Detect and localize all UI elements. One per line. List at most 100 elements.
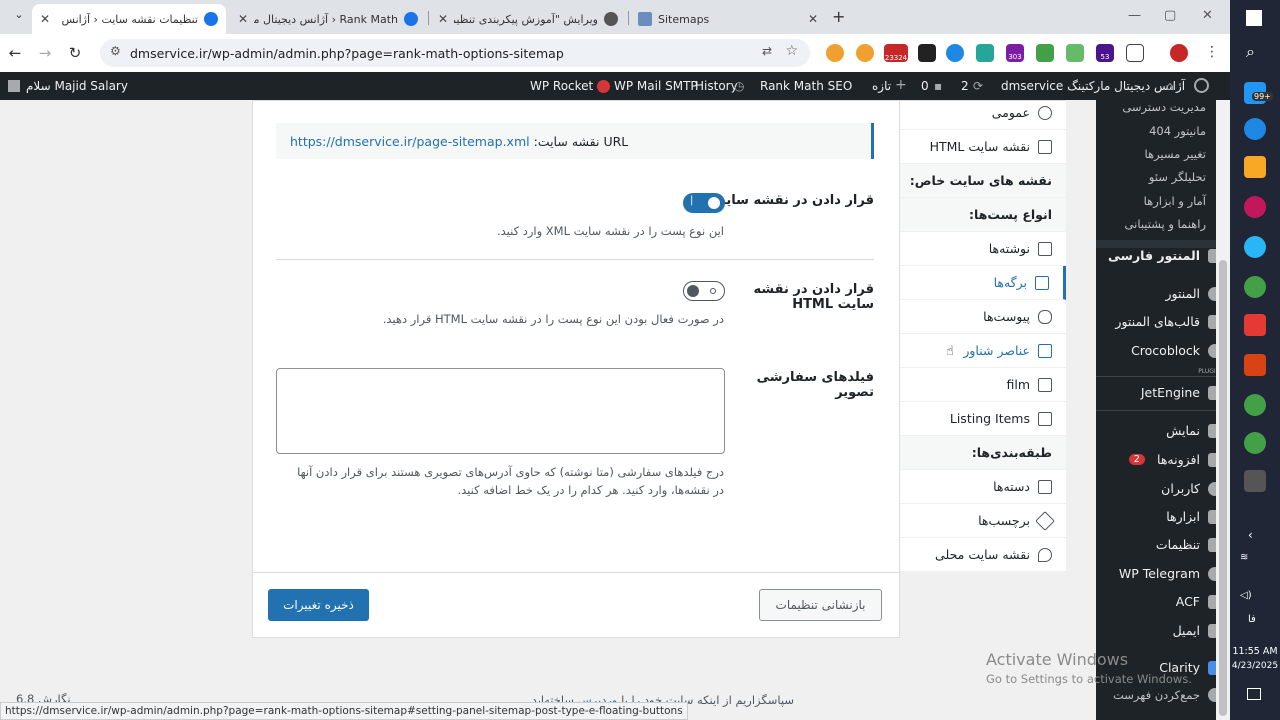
omnibox[interactable]: ⚙ dmservice.ir/wp-admin/admin.php?page=r… [100, 39, 810, 67]
tab-floating-elements[interactable]: عناصر شناور [900, 334, 1066, 368]
chrome-profile-icon[interactable] [1244, 394, 1266, 416]
browser-tab-4[interactable]: Sitemaps ✕ [630, 4, 826, 34]
app-icon[interactable] [1244, 196, 1266, 218]
window-close-button[interactable]: ✕ [1202, 8, 1213, 23]
sidebar-item-elementor[interactable]: المنتور [1165, 286, 1222, 301]
bookmark-star-icon[interactable]: ☆ [785, 43, 798, 59]
sidebar-item-templates[interactable]: قالب‌های المنتور [1115, 314, 1222, 329]
minimize-button[interactable]: — [1128, 8, 1141, 23]
admin-greeting[interactable]: سلام Majid Salary [26, 79, 128, 93]
tab-attachments[interactable]: پیوست‌ها [900, 300, 1066, 334]
browser-tab-3[interactable]: ویرایش "آموزش پیکربندی تنظیما ✕ [430, 4, 626, 34]
sidebar-item-plugins[interactable]: افزونه‌ها 2 [1128, 452, 1222, 467]
sidebar-subitem[interactable]: تحلیلگر سئو [1149, 170, 1206, 184]
sidebar-item-crocoblock[interactable]: Crocoblock [1131, 343, 1222, 358]
sidebar-subitem[interactable]: آمار و ابزارها [1144, 194, 1206, 208]
tab-pages[interactable]: برگه‌ها [900, 266, 1066, 300]
reset-settings-button[interactable]: بازنشانی تنظیمات [759, 589, 882, 621]
sidebar-subitem[interactable]: تغییر مسیرها [1145, 147, 1207, 161]
tab-tags[interactable]: برچسب‌ها [900, 504, 1066, 538]
include-html-sitemap-toggle[interactable] [683, 281, 725, 301]
extension-icon[interactable] [826, 44, 844, 62]
tab-listing-items[interactable]: Listing Items [900, 402, 1066, 436]
reload-button[interactable]: ↻ [60, 44, 90, 62]
browser-tab-2[interactable]: Rank Math ‹ آژانس دیجیتال مارکتینگ تنظیم… [230, 4, 426, 34]
tab-html-sitemap[interactable]: نقشه سایت HTML [900, 130, 1066, 164]
extension-badge-icon[interactable]: 53 [1096, 44, 1114, 62]
wifi-icon[interactable]: ≋ [1240, 552, 1248, 563]
extension-icon[interactable] [1036, 44, 1054, 62]
include-sitemap-toggle[interactable]: | [683, 193, 725, 213]
comments-count[interactable]: 0 [921, 79, 929, 93]
user-avatar[interactable] [8, 80, 20, 92]
updates-count[interactable]: 2 [961, 79, 969, 93]
tab-list-button[interactable]: ⌄ [4, 8, 34, 21]
file-explorer-icon[interactable] [1244, 156, 1266, 178]
tab-film[interactable]: film [900, 368, 1066, 402]
app-icon[interactable] [1244, 314, 1266, 336]
new-tab-button[interactable]: + [832, 7, 845, 26]
tab-general[interactable]: عمومی [900, 96, 1066, 130]
tab-close-icon[interactable]: ✕ [40, 12, 50, 26]
tab-posts[interactable]: نوشته‌ها [900, 232, 1066, 266]
site-name-menu[interactable]: آژانس دیجیتال مارکتینگ dmservice [1001, 79, 1185, 93]
translate-icon[interactable]: ⇄ [762, 44, 772, 58]
rank-math-menu[interactable]: Rank Math SEO [760, 79, 852, 93]
new-content-menu[interactable]: تازه [872, 79, 891, 93]
browser-menu-icon[interactable]: ⋮ [1205, 44, 1219, 60]
extension-icon[interactable] [1066, 44, 1084, 62]
search-icon[interactable]: ⌕ [1246, 42, 1255, 62]
edge-icon[interactable] [1244, 118, 1266, 140]
tab-close-icon[interactable]: ✕ [438, 12, 448, 26]
scrollbar-thumb[interactable] [1219, 260, 1227, 716]
extension-badge-icon[interactable]: 23324 [884, 44, 908, 62]
sidebar-item-wp-telegram[interactable]: WP Telegram [1119, 566, 1222, 581]
sidebar-item-elementor-farsi[interactable]: المنتور فارسی [1108, 248, 1222, 263]
notification-center-icon[interactable] [1247, 688, 1261, 700]
site-info-icon[interactable]: ⚙ [110, 44, 121, 58]
chrome-icon[interactable] [1244, 276, 1266, 298]
chrome-icon[interactable] [1244, 432, 1266, 454]
volume-icon[interactable]: ◁) [1240, 590, 1252, 601]
browser-tab-1[interactable]: تنظیمات نقشه سایت ‹ آژانس دیجیتال ✕ [32, 4, 226, 34]
extension-icon[interactable] [946, 44, 964, 62]
sidebar-item-jetengine[interactable]: JetEngine [1141, 385, 1222, 400]
history-menu[interactable]: History [695, 79, 738, 93]
language-indicator[interactable]: فا [1248, 614, 1256, 625]
clock-date[interactable]: 4/23/2025 [1230, 661, 1280, 671]
sidebar-item-email[interactable]: ایمیل [1173, 623, 1222, 638]
sitemap-url-link[interactable]: https://dmservice.ir/page-sitemap.xml [290, 134, 530, 149]
back-button[interactable]: ← [0, 44, 30, 62]
sidebar-item-settings[interactable]: تنظیمات [1156, 537, 1222, 552]
tab-local-sitemap[interactable]: نقشه سایت محلی [900, 538, 1066, 572]
sidebar-subitem[interactable]: مانیتور 404 [1149, 124, 1206, 138]
custom-fields-textarea[interactable] [276, 368, 725, 454]
sidebar-item-tools[interactable]: ابزارها [1166, 509, 1222, 524]
extension-icon[interactable] [856, 44, 874, 62]
tab-close-icon[interactable]: ✕ [808, 12, 818, 26]
maximize-button[interactable]: ▢ [1164, 8, 1176, 23]
chevron-left-icon[interactable]: ‹ [1248, 528, 1253, 542]
wp-rocket-menu[interactable]: WP Rocket [530, 79, 593, 93]
telegram-icon[interactable] [1244, 236, 1266, 258]
forward-button[interactable]: → [30, 44, 60, 62]
tab-categories[interactable]: دسته‌ها [900, 470, 1066, 504]
extension-icon[interactable] [976, 44, 994, 62]
windows-start-icon[interactable] [1246, 10, 1262, 26]
extension-icon[interactable] [918, 44, 936, 62]
profile-avatar[interactable] [1170, 44, 1188, 62]
extensions-puzzle-icon[interactable] [1126, 44, 1144, 62]
sidebar-item-users[interactable]: کاربران [1161, 481, 1222, 496]
wordpress-logo-icon[interactable] [1194, 78, 1209, 93]
powerpoint-icon[interactable] [1244, 354, 1266, 376]
save-changes-button[interactable]: ذخیره تغییرات [268, 589, 369, 621]
sidebar-subitem[interactable]: مدیریت دسترسی [1122, 100, 1206, 114]
sidebar-subitem[interactable]: راهنما و پشتیبانی [1125, 217, 1206, 231]
clock-time[interactable]: 11:55 AM [1232, 646, 1278, 657]
page-scrollbar[interactable] [1216, 100, 1230, 720]
camera-app-icon[interactable] [1244, 470, 1266, 492]
extension-badge-icon[interactable]: 303 [1006, 44, 1024, 62]
wp-mail-smtp-menu[interactable]: WP Mail SMTP [614, 79, 698, 93]
sidebar-item-appearance[interactable]: نمایش [1166, 423, 1222, 438]
tab-close-icon[interactable]: ✕ [238, 12, 248, 26]
